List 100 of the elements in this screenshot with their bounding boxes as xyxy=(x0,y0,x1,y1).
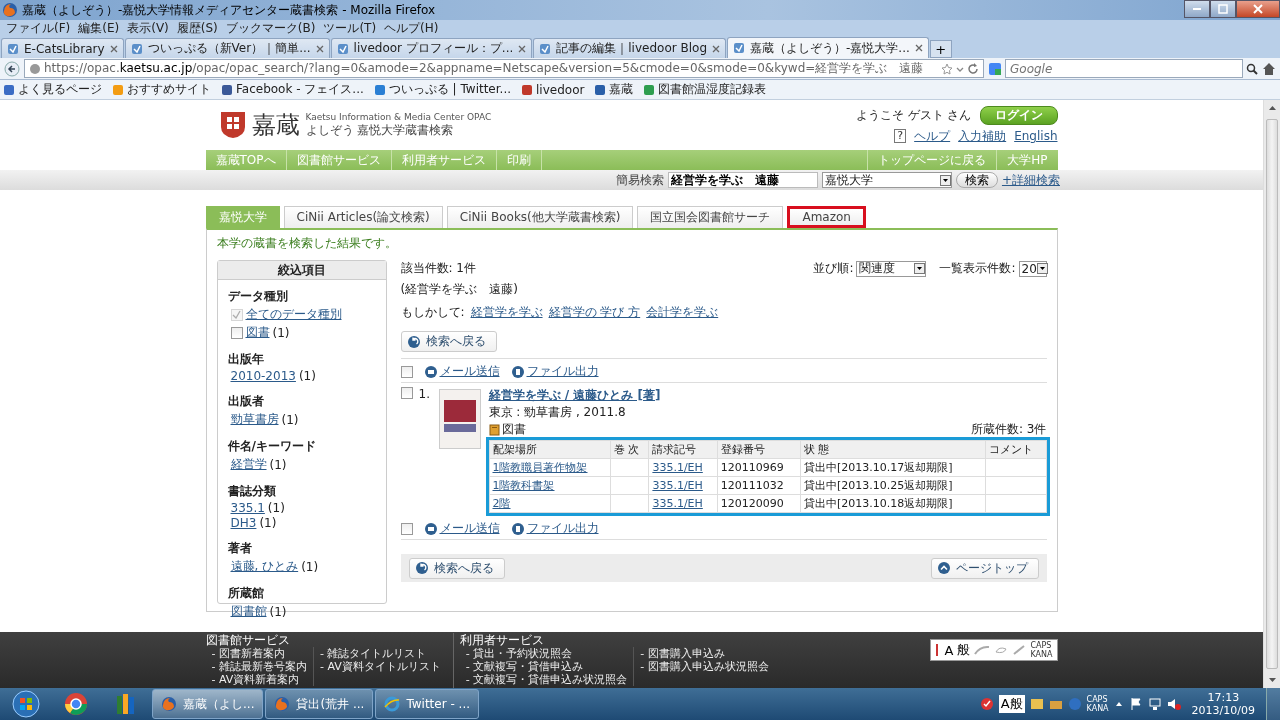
filter-link[interactable]: 勁草書房 xyxy=(230,411,279,428)
page-top-button[interactable]: ページトップ xyxy=(930,557,1039,579)
table-link[interactable]: 2階 xyxy=(492,497,511,510)
close-icon[interactable] xyxy=(109,44,118,53)
bookmark-item[interactable]: 図書館温湿度記録表 xyxy=(643,81,767,98)
taskbar-window-button[interactable]: 貸出(荒井 ... xyxy=(265,689,374,719)
header-link[interactable]: ヘルプ xyxy=(914,127,951,145)
filter-link[interactable]: DH3 xyxy=(230,516,257,530)
filter-link[interactable]: 図書 xyxy=(245,324,270,341)
search-input[interactable]: 経営学を学ぶ 遠藤 xyxy=(667,172,818,188)
file-export-link[interactable]: ファイル出力 xyxy=(511,363,599,380)
network-icon[interactable] xyxy=(1147,697,1162,711)
bookmark-item[interactable]: よく見るページ xyxy=(3,81,102,98)
browser-tab[interactable]: 記事の編集｜livedoor Blog xyxy=(533,38,726,58)
help-icon[interactable]: ? xyxy=(894,129,907,143)
bookmark-item[interactable]: ついっぷる | Twitter... xyxy=(373,81,512,98)
result-title-link[interactable]: 経営学を学ぶ / 遠藤ひとみ [著] xyxy=(488,387,1047,404)
file-export-link[interactable]: ファイル出力 xyxy=(511,520,599,537)
bookmark-favicon-icon xyxy=(221,83,233,96)
filter-link[interactable]: 2010-2013 xyxy=(230,369,296,383)
search-icon[interactable] xyxy=(1246,62,1258,75)
close-button[interactable] xyxy=(1236,0,1280,18)
mail-link[interactable]: メール送信 xyxy=(424,520,500,537)
close-icon[interactable] xyxy=(712,44,720,53)
footer-link[interactable]: - 図書購入申込み状況照会 xyxy=(640,660,769,673)
ime-indicator[interactable]: A般 xyxy=(998,695,1025,713)
ime-mode[interactable]: A xyxy=(944,642,954,658)
bookmark-item[interactable]: livedoor xyxy=(521,82,585,97)
checkbox[interactable] xyxy=(400,522,413,535)
star-icon[interactable] xyxy=(941,62,953,75)
header-link[interactable]: English xyxy=(1014,129,1058,143)
menu-item[interactable]: 表示(V) xyxy=(123,19,173,37)
bookmark-favicon-icon xyxy=(521,83,534,96)
clock[interactable]: 17:13 2013/10/09 xyxy=(1185,691,1261,717)
checkbox[interactable] xyxy=(400,365,413,378)
suggestion-link[interactable]: 会計学を学ぶ xyxy=(646,304,719,321)
footer-link[interactable]: - 図書購入申込み xyxy=(640,647,769,660)
footer-link[interactable]: - 雑誌タイトルリスト xyxy=(319,647,441,660)
filter-link[interactable]: 経営学 xyxy=(230,456,267,473)
bookmark-item[interactable]: 嘉蔵 xyxy=(594,81,634,98)
mail-link[interactable]: メール送信 xyxy=(424,363,500,380)
flag-icon[interactable] xyxy=(1128,697,1143,711)
antivirus-icon[interactable] xyxy=(979,697,994,711)
menu-item[interactable]: ブックマーク(B) xyxy=(221,19,320,37)
suggestion-link[interactable]: 経営学を学ぶ xyxy=(470,304,543,321)
footer-link[interactable]: - 雑誌最新巻号案内 xyxy=(211,660,307,673)
menu-item[interactable]: 編集(E) xyxy=(74,19,124,37)
per-page-dropdown[interactable]: 20 xyxy=(1018,260,1047,277)
footer-link[interactable]: - 文献複写・貸借申込み xyxy=(465,660,628,673)
close-icon[interactable] xyxy=(315,44,324,53)
footer-link[interactable]: - AV資料タイトルリスト xyxy=(319,660,441,673)
filter-link[interactable]: 図書館 xyxy=(230,603,267,620)
home-icon[interactable] xyxy=(1262,61,1276,76)
footer-link[interactable]: - 貸出・予約状況照会 xyxy=(465,647,628,660)
menu-item[interactable]: ファイル(F) xyxy=(2,19,75,37)
close-icon xyxy=(1253,4,1263,14)
browser-tab[interactable]: livedoor プロフィール：プ... xyxy=(330,38,533,58)
browser-tab[interactable]: ついっぷる（新Ver）｜簡単... xyxy=(124,38,330,58)
menu-item[interactable]: ツール(T) xyxy=(319,19,381,37)
reload-icon[interactable] xyxy=(967,62,979,75)
header-link[interactable]: 入力補助 xyxy=(958,127,1007,145)
close-icon[interactable] xyxy=(518,44,527,53)
checkbox[interactable] xyxy=(230,326,243,339)
source-tab[interactable]: CiNii Books(他大学蔵書検索) xyxy=(446,206,634,228)
maximize-button[interactable] xyxy=(1210,0,1236,18)
filter-link[interactable]: 335.1 xyxy=(230,501,265,515)
footer-link[interactable]: - 文献複写・貸借申込み状況照会 xyxy=(465,673,628,686)
suggestion-link[interactable]: 経営学の 学び 方 xyxy=(548,304,641,321)
search-button[interactable]: 検索 xyxy=(955,172,998,188)
show-desktop-button[interactable] xyxy=(1266,688,1280,720)
footer-link[interactable]: - AV資料新着案内 xyxy=(211,673,307,686)
browser-tab[interactable]: E-CatsLibrary xyxy=(1,38,124,58)
address-bar[interactable]: https://opac.kaetsu.ac.jp/opac/opac_search/?lang=0&amode=2&appname=Netscape&version=5&cmode=0&smode=0&kywd=経営学を学ぶ 遠藤 xyxy=(24,59,984,78)
back-to-search-button[interactable]: 検索へ戻る xyxy=(400,331,497,352)
bookmark-item[interactable]: Facebook - フェイス... xyxy=(221,81,364,98)
taskbar-window-button[interactable]: Twitter - ... xyxy=(375,689,480,719)
bookmark-item[interactable]: おすすめサイト xyxy=(112,81,211,98)
back-to-search-button[interactable]: 検索へ戻る xyxy=(408,557,505,579)
search-field[interactable]: Google xyxy=(1005,59,1243,78)
filter-link[interactable]: 遠藤, ひとみ xyxy=(230,558,299,575)
new-tab-button[interactable]: + xyxy=(929,40,952,58)
source-tab[interactable]: CiNii Articles(論文検索) xyxy=(283,206,443,228)
checkbox[interactable] xyxy=(400,387,413,399)
sort-dropdown[interactable]: 関連度 xyxy=(856,260,927,277)
speaker-muted-icon[interactable] xyxy=(1166,697,1181,711)
browser-tab[interactable]: 嘉蔵（よしぞう）-嘉悦大学... xyxy=(727,37,929,58)
scope-dropdown[interactable]: 嘉悦大学 xyxy=(821,172,952,188)
close-icon[interactable] xyxy=(914,44,923,52)
taskbar-window-button[interactable]: 嘉蔵（よし... xyxy=(152,689,264,719)
source-tab[interactable]: 国立国会図書館サーチ xyxy=(637,206,784,228)
footer-link[interactable]: - 図書新着案内 xyxy=(211,647,307,660)
scrollbar-thumb[interactable] xyxy=(1266,119,1278,669)
ime-input-mode[interactable]: 般 xyxy=(957,641,971,659)
advanced-search-link[interactable]: +詳細検索 xyxy=(1001,171,1060,189)
minimize-button[interactable] xyxy=(1184,0,1210,18)
bookmark-favicon-icon xyxy=(3,83,15,96)
pen-icon[interactable] xyxy=(1012,644,1027,656)
source-tab[interactable]: Amazon xyxy=(787,206,866,228)
menu-item[interactable]: ヘルプ(H) xyxy=(380,19,443,37)
menu-item[interactable]: 履歴(S) xyxy=(172,19,222,37)
